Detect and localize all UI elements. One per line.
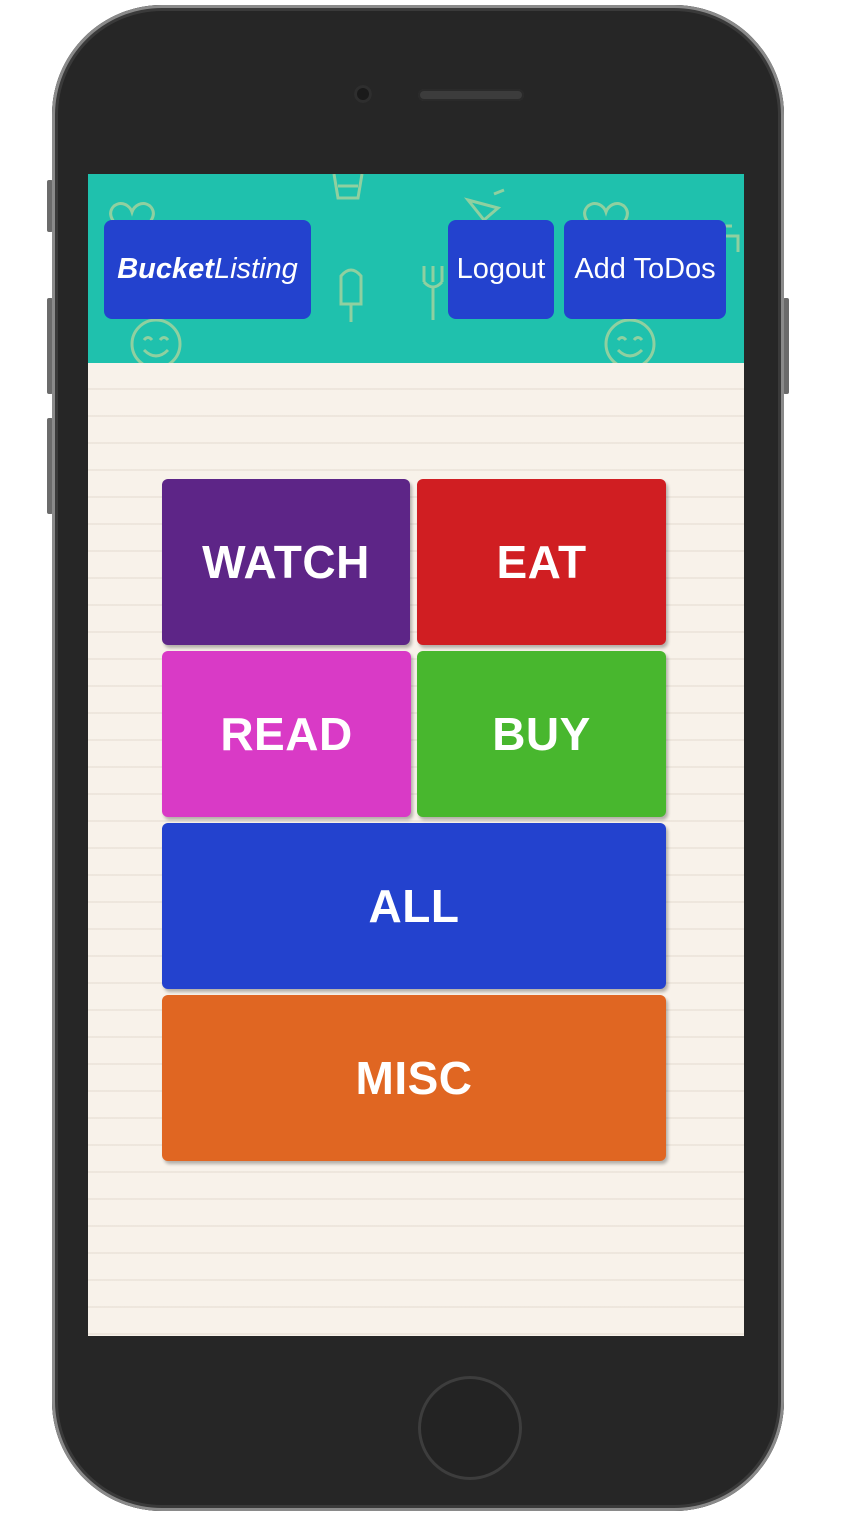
- fork-icon: [422, 266, 444, 320]
- brand-logo-button[interactable]: Bucket Listing: [104, 220, 311, 319]
- earpiece-speaker: [418, 89, 524, 101]
- category-tile-eat[interactable]: EAT: [417, 479, 666, 645]
- category-tile-all[interactable]: ALL: [162, 823, 666, 989]
- brand-name-bold: Bucket: [117, 253, 214, 285]
- app-screen: Bucket Listing Logout Add ToDos WATCH EAT…: [88, 174, 744, 1336]
- category-tile-buy[interactable]: BUY: [417, 651, 666, 817]
- brand-name-light: Listing: [213, 253, 298, 285]
- category-tile-read[interactable]: READ: [162, 651, 411, 817]
- home-button[interactable]: [418, 1376, 522, 1480]
- add-todos-button[interactable]: Add ToDos: [564, 220, 726, 319]
- category-tile-misc[interactable]: MISC: [162, 995, 666, 1161]
- cup-icon: [332, 174, 364, 200]
- category-tile-watch[interactable]: WATCH: [162, 479, 410, 645]
- smiley-icon: [604, 318, 656, 363]
- smiley-icon: [130, 318, 182, 363]
- front-camera: [354, 85, 372, 103]
- logout-button[interactable]: Logout: [448, 220, 554, 319]
- popsicle-icon: [339, 268, 363, 322]
- app-header: Bucket Listing Logout Add ToDos: [88, 174, 744, 363]
